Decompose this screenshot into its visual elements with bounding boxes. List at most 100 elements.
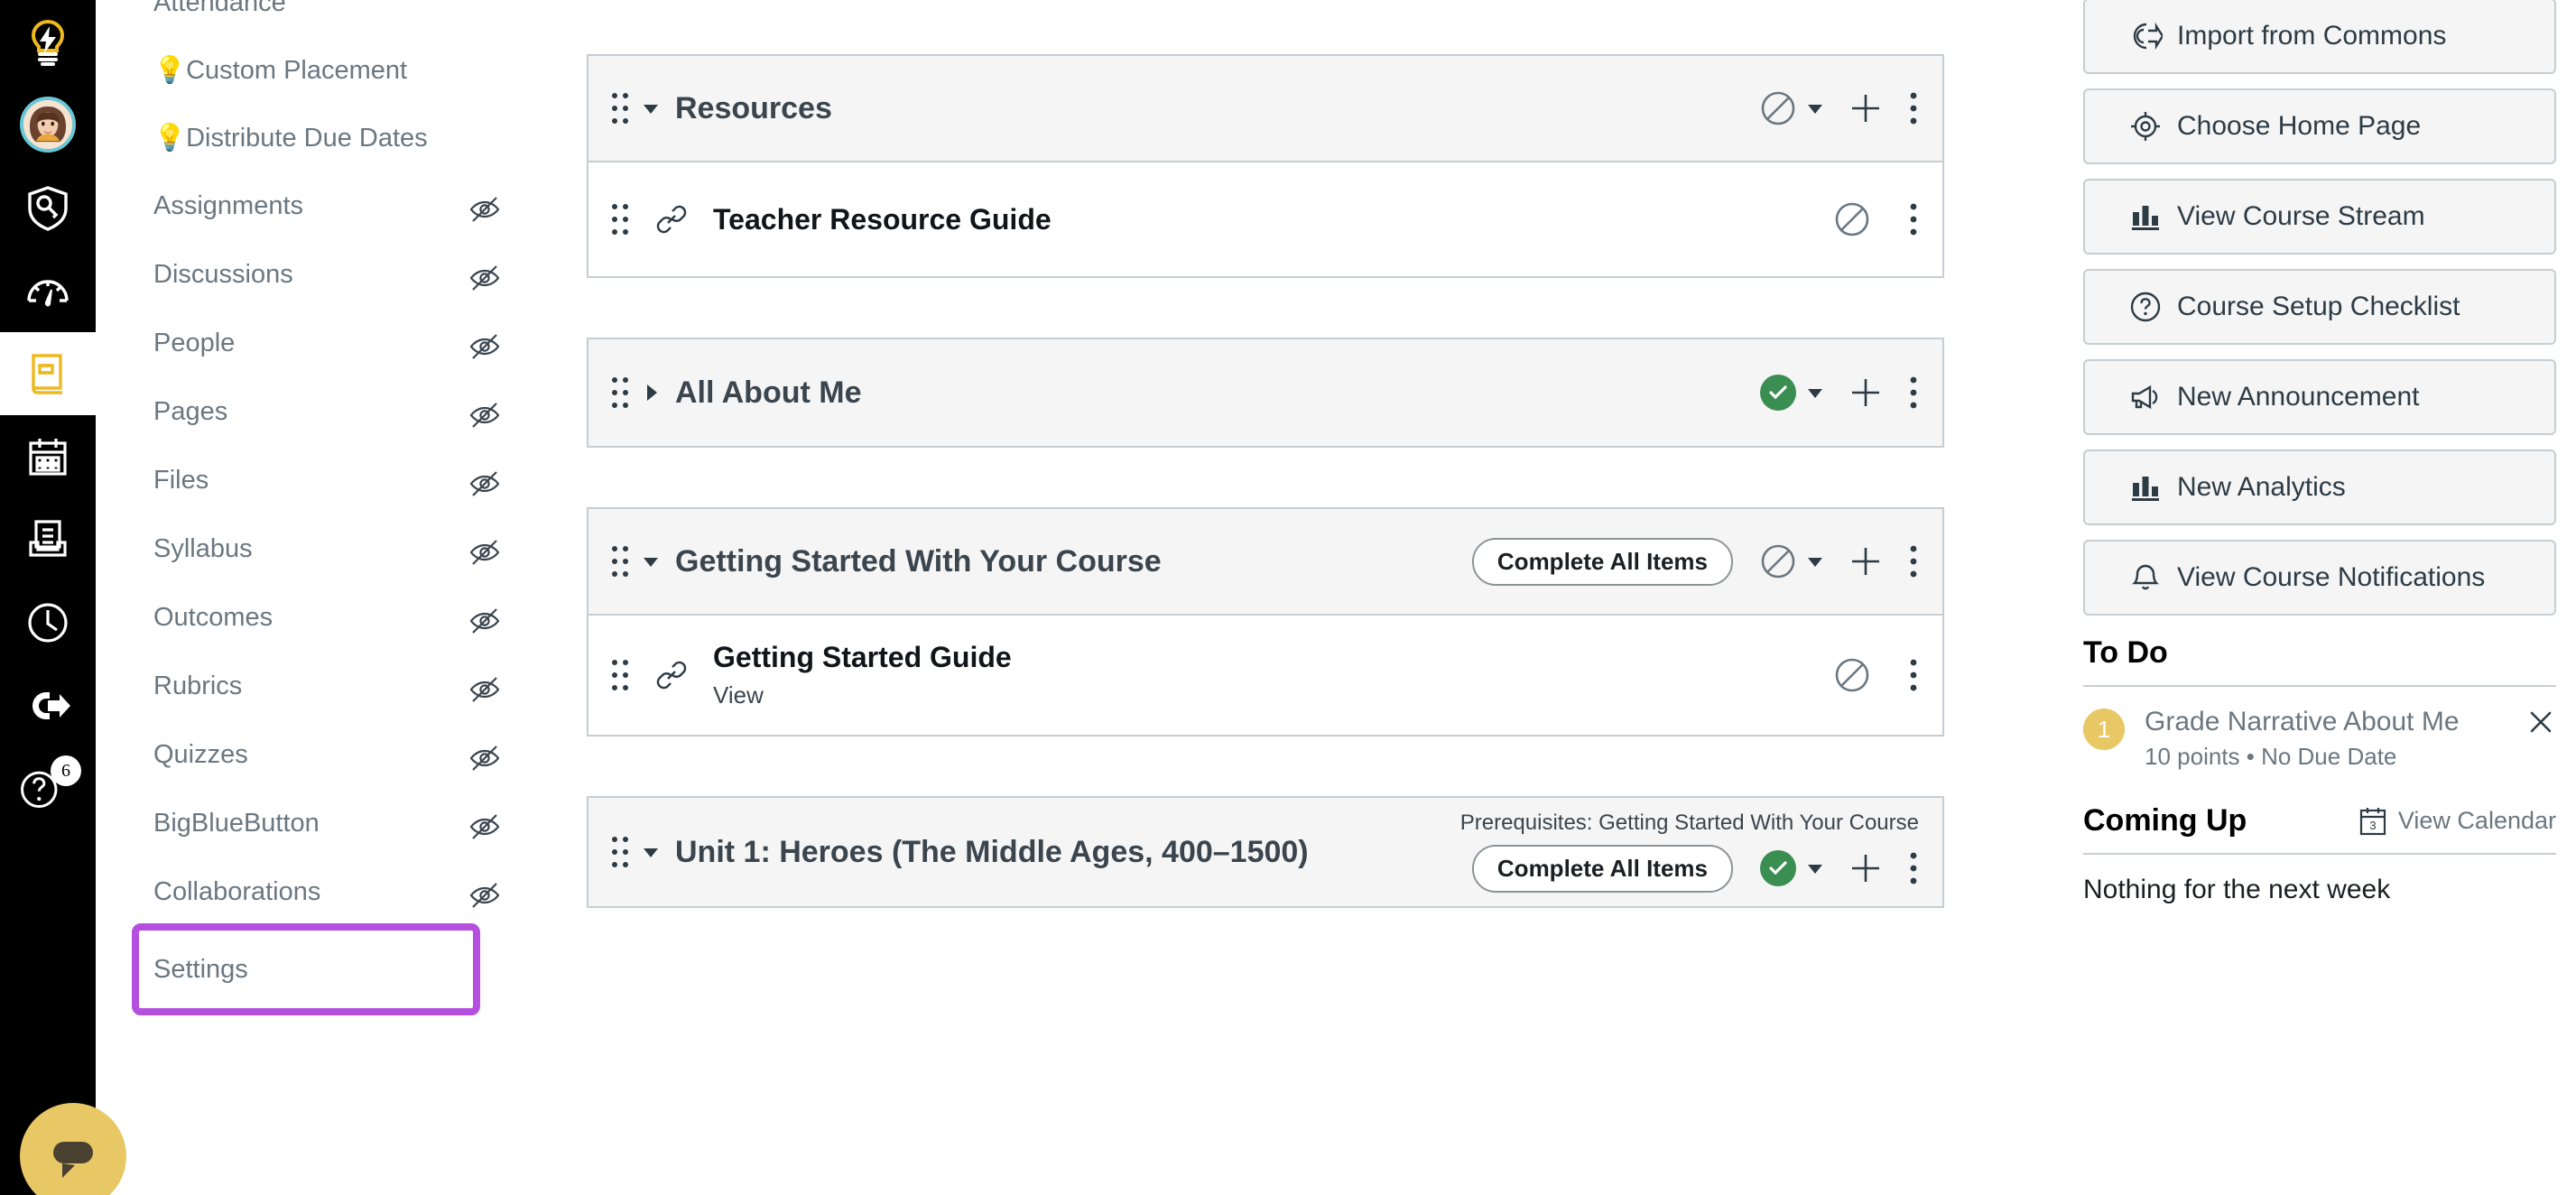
module-card: Getting Started With Your Course Complet… (587, 507, 1944, 736)
publish-menu-chevron-down-icon[interactable] (1805, 98, 1825, 118)
gnav-item-dashboard[interactable] (0, 249, 96, 332)
gnav-item-help[interactable]: 6 (0, 747, 96, 830)
import-from-commons-button[interactable]: Import from Commons (2083, 0, 2556, 74)
megaphone-icon (2128, 380, 2163, 414)
unpublished-circle-slash-icon[interactable] (1834, 657, 1870, 693)
button-label: New Announcement (2177, 382, 2420, 412)
todo-item-title[interactable]: Grade Narrative About Me (2145, 707, 2460, 737)
sidebar-item-attendance[interactable]: Attendance (96, 0, 572, 37)
drag-handle-icon[interactable] (608, 832, 632, 872)
drag-handle-icon[interactable] (608, 88, 632, 128)
sidebar-item-label: Rubrics (153, 671, 243, 700)
sidebar-item-custom-placement[interactable]: 💡Custom Placement (96, 37, 572, 105)
chevron-down-icon[interactable] (639, 97, 663, 120)
add-item-plus-icon[interactable] (1847, 374, 1885, 412)
sidebar-item-label: Outcomes (153, 602, 273, 632)
drag-handle-icon[interactable] (608, 542, 632, 581)
publish-menu-chevron-down-icon[interactable] (1805, 858, 1825, 878)
drag-handle-icon[interactable] (608, 199, 632, 239)
sidebar-item-pages[interactable]: Pages (96, 378, 572, 447)
module-header[interactable]: Resources (588, 56, 1942, 162)
module-header[interactable]: Getting Started With Your Course Complet… (588, 509, 1942, 616)
sidebar-item-syllabus[interactable]: Syllabus (96, 515, 572, 584)
add-item-plus-icon[interactable] (1847, 542, 1885, 580)
module-item[interactable]: Getting Started Guide View (588, 616, 1942, 735)
module-title: Resources (675, 90, 832, 125)
gnav-item-logout[interactable] (0, 664, 96, 747)
help-question-icon: 6 (16, 755, 81, 817)
gnav-item-calendar[interactable] (0, 415, 96, 498)
add-item-plus-icon[interactable] (1847, 89, 1885, 127)
sidebar-item-label: People (153, 328, 236, 357)
sidebar-item-label: BigBlueButton (153, 808, 320, 838)
choose-home-page-button[interactable]: Choose Home Page (2083, 88, 2556, 164)
module-options-kebab-icon[interactable] (1908, 542, 1919, 580)
module-title: All About Me (675, 375, 862, 410)
chevron-right-icon[interactable] (639, 381, 663, 404)
unpublish-status-button[interactable] (1753, 83, 1803, 134)
sidebar-item-rubrics[interactable]: Rubrics (96, 653, 572, 721)
close-icon[interactable] (2525, 707, 2556, 737)
gnav-item-inbox[interactable] (0, 498, 96, 581)
publish-status-button[interactable] (1753, 843, 1803, 894)
new-announcement-button[interactable]: New Announcement (2083, 359, 2556, 435)
module-options-kebab-icon[interactable] (1908, 89, 1919, 127)
inbox-icon (23, 515, 72, 564)
gnav-item-courses[interactable] (0, 332, 96, 415)
eye-off-icon (469, 606, 500, 636)
publish-menu-chevron-down-icon[interactable] (1805, 383, 1825, 403)
item-options-kebab-icon[interactable] (1908, 656, 1919, 694)
chevron-down-icon[interactable] (639, 840, 663, 864)
module-card: Resources Teacher Resource Guide (587, 54, 1944, 278)
sidebar-item-files[interactable]: Files (96, 447, 572, 515)
sidebar-item-label: Pages (153, 396, 228, 426)
publish-menu-chevron-down-icon[interactable] (1805, 551, 1825, 571)
course-setup-checklist-button[interactable]: Course Setup Checklist (2083, 269, 2556, 345)
requirement-pill: Complete All Items (1471, 844, 1733, 893)
unpublished-circle-slash-icon[interactable] (1834, 201, 1870, 237)
gnav-item-admin[interactable] (0, 166, 96, 249)
unpublish-status-button[interactable] (1753, 536, 1803, 587)
sidebar-item-outcomes[interactable]: Outcomes (96, 584, 572, 653)
module-header[interactable]: All About Me (588, 339, 1942, 446)
view-course-stream-button[interactable]: View Course Stream (2083, 179, 2556, 255)
eye-off-icon (469, 674, 500, 705)
eye-off-icon (469, 331, 500, 362)
sidebar-item-bigbluebutton[interactable]: BigBlueButton (96, 790, 572, 858)
module-options-kebab-icon[interactable] (1908, 374, 1919, 412)
gnav-item-history[interactable] (0, 581, 96, 664)
module-header[interactable]: Unit 1: Heroes (The Middle Ages, 400–150… (588, 798, 1942, 906)
logout-arrow-icon (23, 681, 72, 730)
sidebar-item-people[interactable]: People (96, 310, 572, 378)
sidebar-item-discussions[interactable]: Discussions (96, 241, 572, 310)
todo-heading: To Do (2083, 635, 2168, 670)
sidebar-item-quizzes[interactable]: Quizzes (96, 721, 572, 790)
publish-status-button[interactable] (1753, 367, 1803, 418)
module-item-title: Getting Started Guide (713, 641, 1012, 673)
coming-up-empty-text: Nothing for the next week (2083, 875, 2391, 904)
drag-handle-icon[interactable] (608, 373, 632, 412)
add-item-plus-icon[interactable] (1847, 849, 1885, 887)
module-options-kebab-icon[interactable] (1908, 849, 1919, 887)
gnav-item-commons[interactable] (0, 0, 96, 83)
admin-shield-key-icon (23, 183, 72, 232)
chevron-down-icon[interactable] (639, 550, 663, 573)
gnav-item-account[interactable] (0, 83, 96, 166)
question-circle-icon (2128, 290, 2163, 324)
calendar-icon: 3 (2358, 806, 2387, 837)
todo-item[interactable]: 1 Grade Narrative About Me 10 points • N… (2083, 687, 2556, 780)
view-course-notifications-button[interactable]: View Course Notifications (2083, 540, 2556, 616)
new-analytics-button[interactable]: New Analytics (2083, 449, 2556, 525)
sidebar-item-label: Discussions (153, 259, 293, 289)
module-prerequisites: Prerequisites: Getting Started With Your… (1459, 811, 1919, 835)
sidebar-item-distribute-due-dates[interactable]: 💡Distribute Due Dates (96, 105, 572, 172)
module-item[interactable]: Teacher Resource Guide (588, 162, 1942, 276)
eye-off-icon (469, 743, 500, 774)
item-options-kebab-icon[interactable] (1908, 200, 1919, 238)
view-calendar-link[interactable]: 3 View Calendar (2358, 806, 2556, 837)
sidebar-item-collaborations[interactable]: Collaborations (96, 858, 572, 927)
sidebar-item-settings[interactable]: Settings (132, 922, 480, 1016)
unpublished-circle-slash-icon (1760, 543, 1796, 579)
sidebar-item-assignments[interactable]: Assignments (96, 172, 572, 241)
drag-handle-icon[interactable] (608, 655, 632, 695)
